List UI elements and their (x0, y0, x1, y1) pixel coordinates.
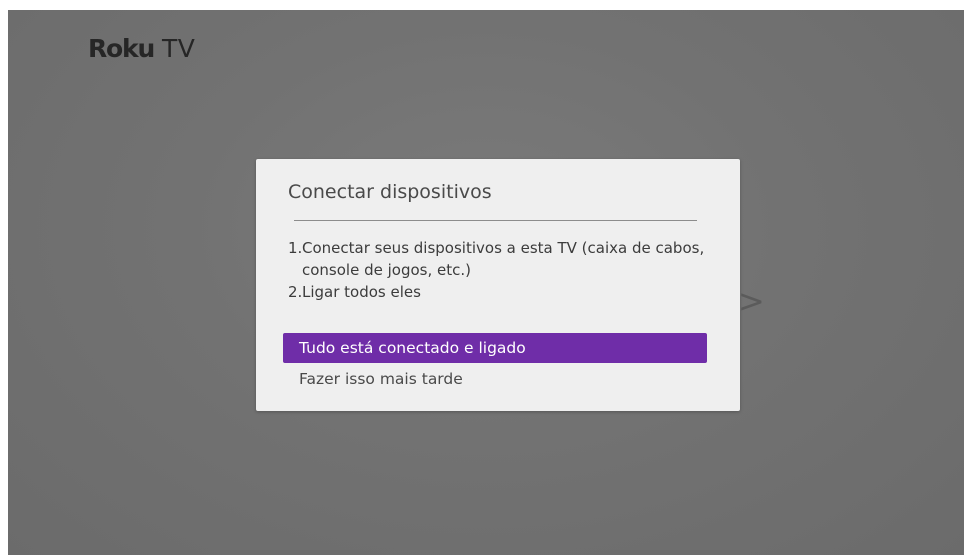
instruction-list: 1. Conectar seus dispositivos a esta TV … (288, 237, 708, 303)
step-text: Ligar todos eles (302, 283, 421, 301)
step-number: 2. (288, 283, 303, 301)
tv-screen: Roku TV > Conectar dispositivos 1. Conec… (8, 10, 964, 555)
instruction-step: 2. Ligar todos eles (288, 281, 708, 303)
dialog-divider (294, 220, 697, 221)
connect-devices-dialog: Conectar dispositivos 1. Conectar seus d… (256, 159, 740, 411)
dialog-title: Conectar dispositivos (288, 181, 492, 203)
logo-brand: Roku (88, 34, 155, 63)
instruction-step: 1. Conectar seus dispositivos a esta TV … (288, 237, 708, 281)
option-all-connected[interactable]: Tudo está conectado e ligado (283, 333, 707, 363)
step-text: Conectar seus dispositivos a esta TV (ca… (302, 239, 705, 279)
chevron-right-icon: > (738, 282, 765, 320)
step-number: 1. (288, 239, 303, 257)
option-do-later[interactable]: Fazer isso mais tarde (283, 364, 707, 394)
logo-suffix: TV (162, 34, 196, 63)
roku-tv-logo: Roku TV (88, 34, 195, 64)
